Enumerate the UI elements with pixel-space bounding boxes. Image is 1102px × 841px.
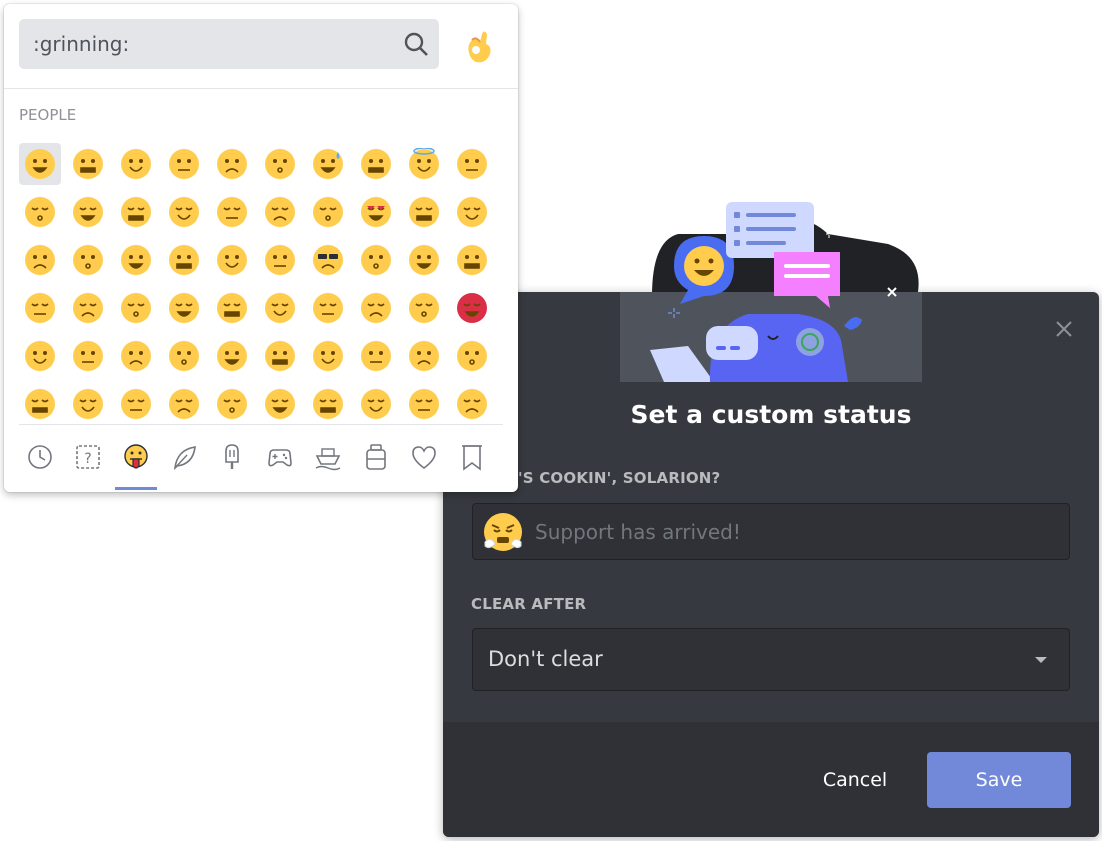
- emoji-face[interactable]: [355, 191, 397, 233]
- clear-after-value: Don't clear: [488, 647, 603, 671]
- emoji-face[interactable]: [259, 287, 301, 329]
- emoji-face[interactable]: [19, 383, 61, 425]
- jar-icon[interactable]: [361, 442, 391, 472]
- heart-icon[interactable]: [409, 442, 439, 472]
- emoji-face[interactable]: [163, 143, 205, 185]
- emoji-face[interactable]: [259, 335, 301, 377]
- emoji-face[interactable]: [403, 383, 445, 425]
- status-field-label: 'S COOKIN', SOLARION?: [518, 469, 721, 487]
- emoji-face[interactable]: [451, 239, 493, 281]
- emoji-face[interactable]: [163, 287, 205, 329]
- emoji-face[interactable]: [115, 239, 157, 281]
- leaf-icon[interactable]: [169, 442, 199, 472]
- category-divider: [19, 424, 503, 425]
- emoji-face[interactable]: [259, 143, 301, 185]
- emoji-face[interactable]: [115, 335, 157, 377]
- emoji-face[interactable]: [67, 191, 109, 233]
- emoji-face[interactable]: [163, 335, 205, 377]
- emoji-face[interactable]: [163, 191, 205, 233]
- tongue-face-icon[interactable]: [121, 442, 151, 472]
- emoji-face[interactable]: [19, 239, 61, 281]
- ok-hand-icon[interactable]: [462, 28, 496, 66]
- emoji-face[interactable]: [451, 191, 493, 233]
- emoji-face[interactable]: [115, 287, 157, 329]
- emoji-face[interactable]: [211, 287, 253, 329]
- save-button[interactable]: Save: [927, 752, 1071, 808]
- unknown-box-icon[interactable]: ?: [73, 442, 103, 472]
- emoji-face[interactable]: [67, 143, 109, 185]
- emoji-face[interactable]: [403, 191, 445, 233]
- clear-after-select[interactable]: Don't clear: [472, 628, 1070, 691]
- emoji-face[interactable]: [211, 143, 253, 185]
- emoji-face[interactable]: [259, 239, 301, 281]
- clear-after-label: CLEAR AFTER: [471, 595, 587, 613]
- status-input-box: [472, 503, 1070, 560]
- flag-icon[interactable]: [457, 442, 487, 472]
- status-text-input[interactable]: [535, 504, 1055, 559]
- emoji-face[interactable]: [307, 383, 349, 425]
- emoji-face[interactable]: [259, 191, 301, 233]
- emoji-face[interactable]: [307, 239, 349, 281]
- emoji-face[interactable]: [403, 335, 445, 377]
- modal-title: Set a custom status: [630, 400, 912, 429]
- emoji-face[interactable]: [67, 239, 109, 281]
- emoji-face[interactable]: [307, 287, 349, 329]
- emoji-face[interactable]: [211, 335, 253, 377]
- emoji-face[interactable]: [19, 191, 61, 233]
- emoji-face[interactable]: [355, 239, 397, 281]
- emoji-face[interactable]: [67, 287, 109, 329]
- emoji-face[interactable]: [403, 239, 445, 281]
- emoji-search-box: [19, 19, 439, 69]
- emoji-face[interactable]: [307, 143, 349, 185]
- clock-icon[interactable]: [25, 442, 55, 472]
- emoji-face[interactable]: [163, 239, 205, 281]
- emoji-face[interactable]: [163, 383, 205, 425]
- picker-divider: [4, 88, 518, 89]
- category-title: PEOPLE: [19, 106, 77, 124]
- emoji-face[interactable]: [67, 383, 109, 425]
- emoji-face[interactable]: [355, 335, 397, 377]
- emoji-face[interactable]: [115, 191, 157, 233]
- emoji-search-input[interactable]: [33, 19, 393, 69]
- emoji-face[interactable]: [19, 287, 61, 329]
- emoji-face[interactable]: [67, 335, 109, 377]
- gamepad-icon[interactable]: [265, 442, 295, 472]
- chevron-down-icon: [1035, 657, 1047, 663]
- active-category-indicator: [115, 487, 157, 490]
- emoji-face[interactable]: [307, 191, 349, 233]
- emoji-face[interactable]: [19, 335, 61, 377]
- emoji-grinning[interactable]: [19, 143, 61, 185]
- search-icon: [404, 32, 428, 56]
- popsicle-icon[interactable]: [217, 442, 247, 472]
- emoji-face[interactable]: [211, 191, 253, 233]
- emoji-face[interactable]: [355, 287, 397, 329]
- emoji-face[interactable]: [115, 143, 157, 185]
- emoji-face[interactable]: [307, 335, 349, 377]
- emoji-face[interactable]: [403, 287, 445, 329]
- emoji-picker: PEOPLE ?: [4, 4, 518, 492]
- emoji-face[interactable]: [259, 383, 301, 425]
- triumph-face-icon[interactable]: [483, 512, 523, 552]
- boat-icon[interactable]: [313, 442, 343, 472]
- emoji-face[interactable]: [451, 143, 493, 185]
- emoji-face[interactable]: [211, 239, 253, 281]
- emoji-face[interactable]: [211, 383, 253, 425]
- cancel-button[interactable]: Cancel: [800, 753, 910, 807]
- emoji-face[interactable]: [355, 383, 397, 425]
- emoji-face[interactable]: [115, 383, 157, 425]
- emoji-face[interactable]: [403, 143, 445, 185]
- emoji-face[interactable]: [451, 383, 493, 425]
- svg-text:?: ?: [84, 451, 91, 467]
- close-icon[interactable]: [1053, 318, 1075, 340]
- status-illustration: [620, 202, 922, 382]
- emoji-face[interactable]: [451, 335, 493, 377]
- emoji-face[interactable]: [451, 287, 493, 329]
- emoji-face[interactable]: [355, 143, 397, 185]
